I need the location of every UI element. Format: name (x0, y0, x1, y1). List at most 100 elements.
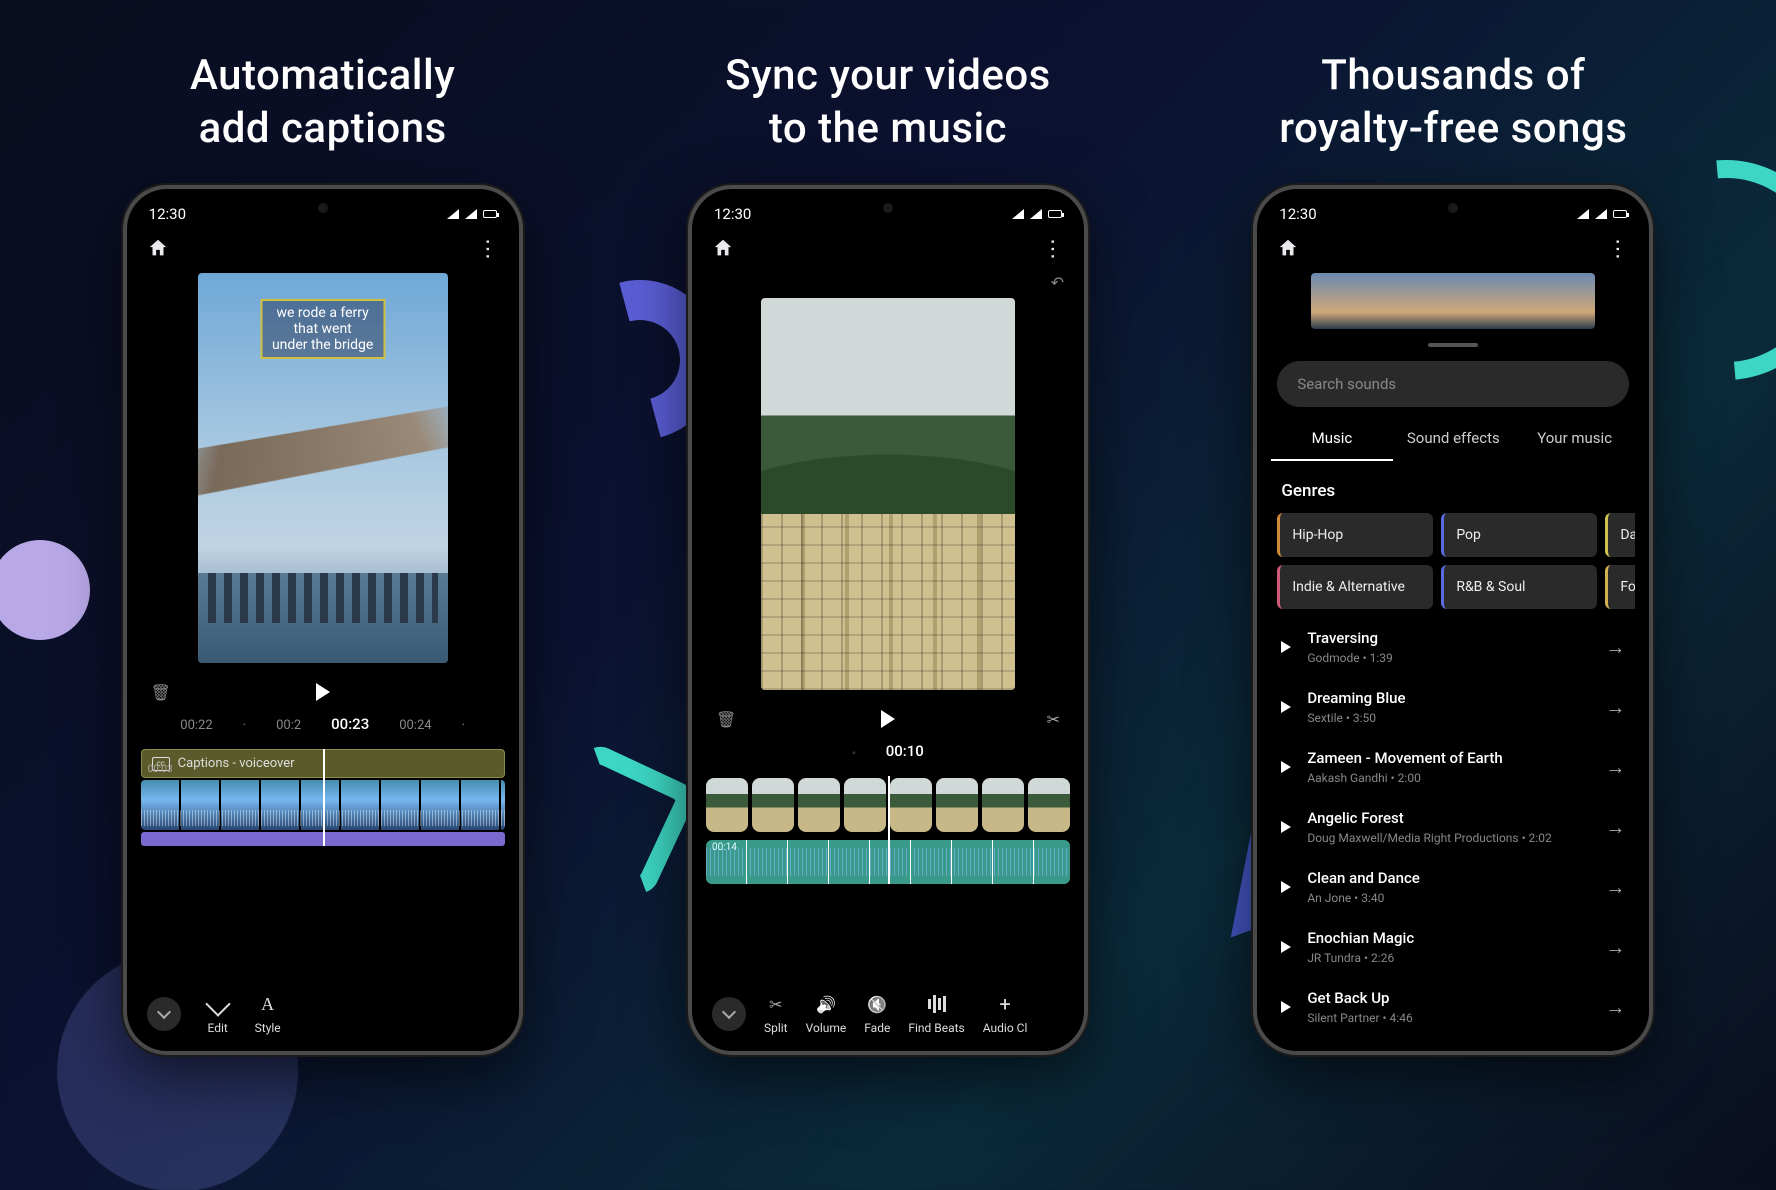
sound-tabs: Music Sound effects Your music (1271, 421, 1635, 461)
time-ruler[interactable]: ◦ 00:10 (706, 736, 1070, 776)
arrow-right-icon[interactable]: → (1605, 995, 1625, 1020)
signal-icon (465, 209, 477, 219)
song-subtitle: JR Tundra • 2:26 (1307, 951, 1589, 965)
genre-chips-row[interactable]: Indie & AlternativeR&B & SoulFo (1271, 565, 1635, 617)
song-list[interactable]: TraversingGodmode • 1:39→ Dreaming Blue Se… (1271, 617, 1635, 1037)
audio-clip-tool[interactable]: Audio Cl (983, 993, 1028, 1035)
find-beats-tool[interactable]: Find Beats (908, 993, 964, 1035)
edit-tool[interactable]: Edit (207, 993, 229, 1035)
time-mark: 00:22 (180, 718, 212, 733)
style-label: Style (255, 1021, 281, 1035)
style-tool[interactable]: A Style (255, 993, 281, 1035)
song-subtitle: Doug Maxwell/Media Right Productions • 2… (1307, 831, 1589, 845)
arrow-right-icon[interactable]: → (1605, 875, 1625, 900)
text-style-icon: A (257, 993, 279, 1015)
song-row[interactable]: Zameen - Movement of Earth Aakash Gandhi … (1271, 737, 1635, 797)
timeline[interactable]: 00:14 (706, 776, 1070, 884)
clock: 12:30 (149, 205, 186, 223)
arrow-right-icon[interactable]: → (1605, 635, 1625, 660)
arrow-right-icon[interactable]: → (1605, 935, 1625, 960)
home-icon[interactable] (712, 237, 734, 263)
delete-icon[interactable]: 🗑 (716, 710, 736, 729)
song-title: Zameen - Movement of Earth (1307, 749, 1589, 767)
song-title: Angelic Forest (1307, 809, 1589, 827)
genre-chip[interactable]: Fo (1605, 565, 1635, 609)
song-title: Traversing (1307, 629, 1589, 647)
home-icon[interactable] (1277, 237, 1299, 263)
tab-your-music[interactable]: Your music (1514, 421, 1635, 461)
tab-music[interactable]: Music (1271, 421, 1392, 461)
song-row[interactable]: TraversingGodmode • 1:39→ (1271, 617, 1635, 677)
song-row[interactable]: Dreaming Blue Sextile • 3:50 → (1271, 677, 1635, 737)
caption-track-time: 00:03 (148, 764, 173, 775)
time-mark: 00:2 (276, 718, 301, 733)
audio-label: Audio Cl (983, 1021, 1028, 1035)
search-input[interactable]: Search sounds (1277, 361, 1629, 407)
video-preview[interactable]: we rode a ferry that wentunder the bridg… (198, 273, 448, 663)
scissors-icon[interactable] (1047, 710, 1060, 729)
fade-tool[interactable]: Fade (864, 993, 890, 1035)
play-icon[interactable] (881, 710, 895, 728)
home-icon[interactable] (147, 237, 169, 263)
time-mark: 00:24 (399, 718, 431, 733)
fade-icon (866, 993, 888, 1015)
song-subtitle: Sextile • 3:50 (1307, 711, 1589, 725)
genre-chip[interactable]: Hip-Hop (1277, 513, 1433, 557)
genre-chip[interactable]: Da (1605, 513, 1635, 557)
song-row[interactable]: Get Back UpSilent Partner • 4:46→ (1271, 977, 1635, 1037)
genre-chip[interactable]: Indie & Alternative (1277, 565, 1433, 609)
play-icon[interactable] (1281, 881, 1291, 893)
speaker-icon (815, 993, 837, 1015)
caption-overlay[interactable]: we rode a ferry that wentunder the bridg… (260, 299, 385, 359)
drag-handle[interactable] (1428, 343, 1478, 347)
song-row[interactable]: Clean and DanceAn Jone • 3:40→ (1271, 857, 1635, 917)
arrow-right-icon[interactable]: → (1605, 695, 1625, 720)
song-row[interactable]: Angelic Forest Doug Maxwell/Media Right P… (1271, 797, 1635, 857)
delete-icon[interactable]: 🗑 (151, 683, 171, 702)
undo-icon[interactable]: ↶ (1051, 273, 1064, 292)
chevron-down-icon (157, 1005, 171, 1019)
phone-mock-2: 12:30 ⋯ ↶ 🗑 ◦ 00:10 00: (688, 185, 1088, 1055)
volume-tool[interactable]: Volume (806, 993, 847, 1035)
collapse-button[interactable] (712, 997, 746, 1031)
caption-track-label: Captions - voiceover (178, 756, 295, 771)
song-subtitle: An Jone • 3:40 (1307, 891, 1589, 905)
collapse-button[interactable] (147, 997, 181, 1031)
genres-heading: Genres (1271, 475, 1635, 513)
song-title: Dreaming Blue (1307, 689, 1589, 707)
split-tool[interactable]: Split (764, 993, 788, 1035)
play-icon[interactable] (1281, 941, 1291, 953)
play-icon[interactable] (1281, 641, 1291, 653)
find-beats-label: Find Beats (908, 1021, 964, 1035)
video-preview[interactable] (761, 298, 1015, 690)
battery-icon (1048, 210, 1062, 218)
headline-3: Thousands ofroyalty-free songs (1279, 50, 1627, 155)
status-bar: 12:30 (1271, 201, 1635, 233)
audio-track-time: 00:14 (712, 842, 737, 853)
signal-icon (1030, 209, 1042, 219)
play-icon[interactable] (1281, 1001, 1291, 1013)
timeline[interactable]: cc Captions - voiceover 00:03 (141, 749, 505, 846)
play-icon[interactable] (316, 683, 330, 701)
clock: 12:30 (714, 205, 751, 223)
playhead[interactable] (888, 776, 890, 884)
wifi-icon (1577, 209, 1589, 219)
time-ruler[interactable]: 00:22· 00:2 00:23 00:24· (141, 709, 505, 749)
song-row[interactable]: Enochian MagicJR Tundra • 2:26→ (1271, 917, 1635, 977)
play-icon[interactable] (1281, 821, 1291, 833)
tab-sound-effects[interactable]: Sound effects (1393, 421, 1514, 461)
play-icon[interactable] (1281, 761, 1291, 773)
split-label: Split (764, 1021, 788, 1035)
song-subtitle: Aakash Gandhi • 2:00 (1307, 771, 1589, 785)
genre-chips-row[interactable]: Hip-HopPopDa (1271, 513, 1635, 565)
playhead[interactable] (323, 749, 325, 846)
edit-label: Edit (207, 1021, 227, 1035)
add-icon (994, 993, 1016, 1015)
play-icon[interactable] (1281, 701, 1291, 713)
arrow-right-icon[interactable]: → (1605, 755, 1625, 780)
genre-chip[interactable]: Pop (1441, 513, 1597, 557)
arrow-right-icon[interactable]: → (1605, 815, 1625, 840)
genre-chip[interactable]: R&B & Soul (1441, 565, 1597, 609)
video-preview[interactable] (1311, 273, 1595, 329)
battery-icon (483, 210, 497, 218)
